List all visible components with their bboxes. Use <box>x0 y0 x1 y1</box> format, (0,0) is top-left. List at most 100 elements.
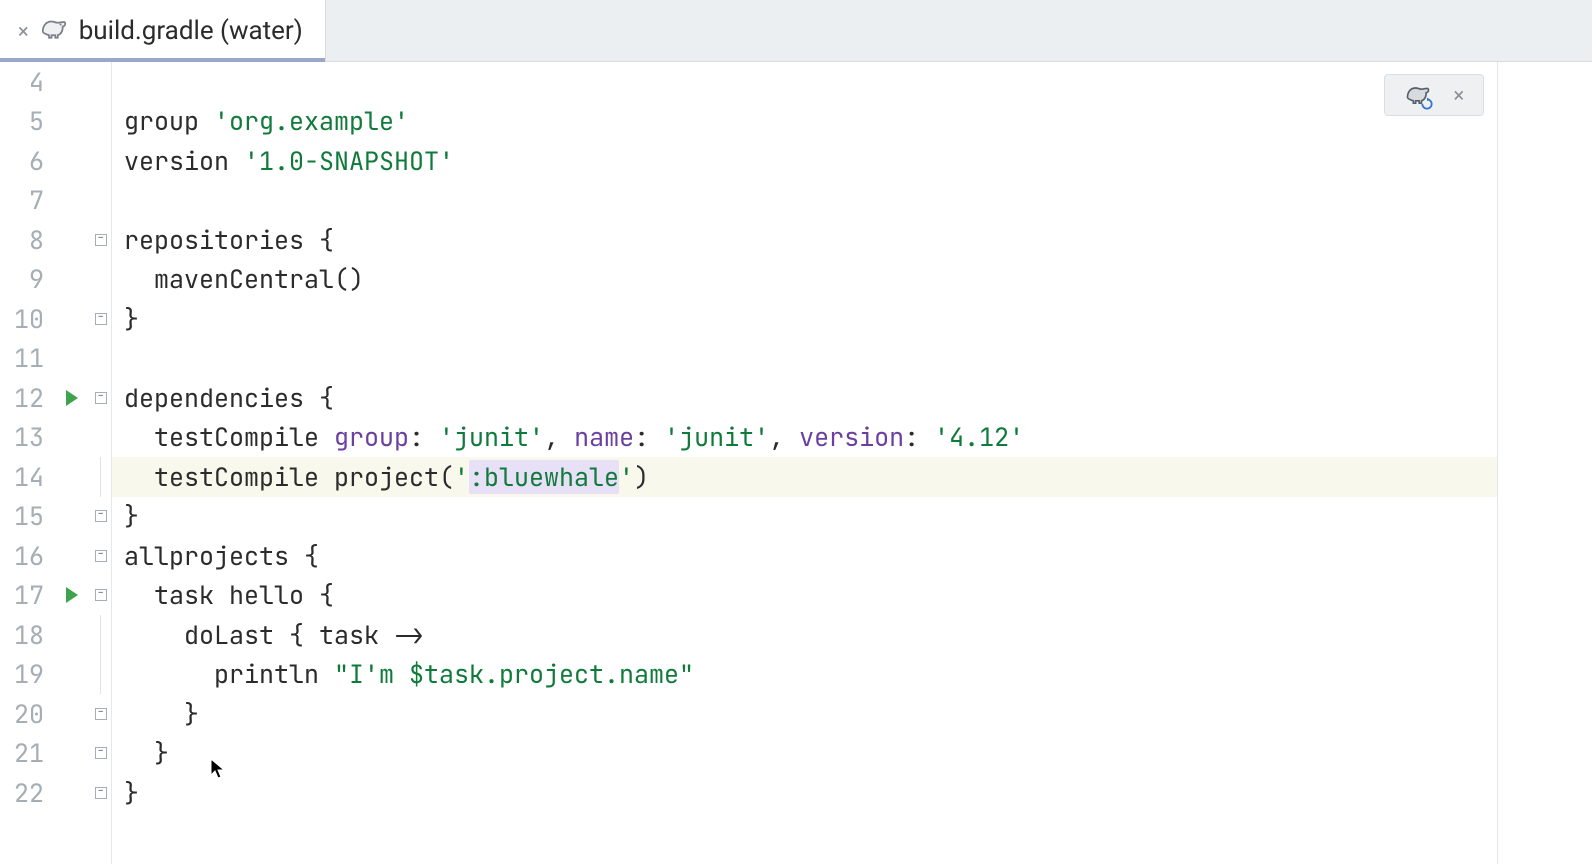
code-line[interactable]: group 'org.example' <box>112 102 1497 142</box>
run-gutter-cell[interactable] <box>54 102 90 142</box>
editor-tab[interactable]: × build.gradle (water) <box>0 0 326 61</box>
code-editor[interactable]: 45678910111213141516171819202122 group '… <box>0 62 1592 864</box>
line-number[interactable]: 20 <box>0 694 44 734</box>
line-number-gutter[interactable]: 45678910111213141516171819202122 <box>0 62 54 864</box>
fold-gutter-cell[interactable] <box>90 773 111 813</box>
run-gutter-cell[interactable] <box>54 260 90 300</box>
line-number[interactable]: 19 <box>0 655 44 695</box>
fold-gutter-cell[interactable] <box>90 615 111 655</box>
code-line[interactable]: repositories { <box>112 220 1497 260</box>
run-gutter-cell[interactable] <box>54 576 90 616</box>
run-gutter-cell[interactable] <box>54 181 90 221</box>
line-number[interactable]: 6 <box>0 141 44 181</box>
fold-close-icon[interactable] <box>95 313 107 325</box>
fold-close-icon[interactable] <box>95 510 107 522</box>
run-gutter-cell[interactable] <box>54 418 90 458</box>
run-gutter-cell[interactable] <box>54 536 90 576</box>
gradle-reload-widget[interactable]: × <box>1384 74 1484 116</box>
fold-open-icon[interactable] <box>95 589 107 601</box>
line-number[interactable]: 18 <box>0 615 44 655</box>
run-icon[interactable] <box>66 390 78 406</box>
fold-gutter-cell[interactable] <box>90 102 111 142</box>
fold-gutter-cell[interactable] <box>90 418 111 458</box>
line-number[interactable]: 15 <box>0 497 44 537</box>
run-gutter-cell[interactable] <box>54 339 90 379</box>
fold-open-icon[interactable] <box>95 392 107 404</box>
run-gutter[interactable] <box>54 62 90 864</box>
line-number[interactable]: 14 <box>0 457 44 497</box>
fold-gutter-cell[interactable] <box>90 62 111 102</box>
run-gutter-cell[interactable] <box>54 694 90 734</box>
run-gutter-cell[interactable] <box>54 615 90 655</box>
code-line[interactable]: println "I'm $task.project.name" <box>112 655 1497 695</box>
line-number[interactable]: 13 <box>0 418 44 458</box>
fold-gutter-cell[interactable] <box>90 220 111 260</box>
line-number[interactable]: 10 <box>0 299 44 339</box>
fold-gutter-cell[interactable] <box>90 181 111 221</box>
code-line[interactable]: } <box>112 497 1497 537</box>
run-gutter-cell[interactable] <box>54 497 90 537</box>
code-line[interactable] <box>112 181 1497 221</box>
fold-gutter-cell[interactable] <box>90 576 111 616</box>
line-number[interactable]: 4 <box>0 62 44 102</box>
fold-gutter-cell[interactable] <box>90 299 111 339</box>
fold-gutter-cell[interactable] <box>90 655 111 695</box>
line-number[interactable]: 12 <box>0 378 44 418</box>
run-gutter-cell[interactable] <box>54 734 90 774</box>
line-number[interactable]: 11 <box>0 339 44 379</box>
code-line[interactable]: } <box>112 773 1497 813</box>
gradle-reload-icon[interactable] <box>1404 81 1432 109</box>
fold-gutter-cell[interactable] <box>90 457 111 497</box>
line-number[interactable]: 5 <box>0 102 44 142</box>
fold-gutter-cell[interactable] <box>90 339 111 379</box>
line-number[interactable]: 22 <box>0 773 44 813</box>
code-line[interactable]: version '1.0-SNAPSHOT' <box>112 141 1497 181</box>
code-line[interactable] <box>112 339 1497 379</box>
code-line[interactable]: mavenCentral() <box>112 260 1497 300</box>
fold-open-icon[interactable] <box>95 550 107 562</box>
scrollbar-track[interactable] <box>1498 62 1592 864</box>
fold-gutter[interactable] <box>90 62 112 864</box>
line-number[interactable]: 16 <box>0 536 44 576</box>
code-line[interactable]: } <box>112 299 1497 339</box>
fold-gutter-cell[interactable] <box>90 536 111 576</box>
fold-gutter-cell[interactable] <box>90 260 111 300</box>
fold-gutter-cell[interactable] <box>90 497 111 537</box>
fold-gutter-cell[interactable] <box>90 378 111 418</box>
code-line[interactable]: } <box>112 734 1497 774</box>
fold-gutter-cell[interactable] <box>90 694 111 734</box>
code-line[interactable]: testCompile project(':bluewhale') <box>112 457 1497 497</box>
line-number[interactable]: 8 <box>0 220 44 260</box>
close-tab-icon[interactable]: × <box>18 21 29 41</box>
run-gutter-cell[interactable] <box>54 378 90 418</box>
fold-gutter-cell[interactable] <box>90 734 111 774</box>
line-number[interactable]: 9 <box>0 260 44 300</box>
code-token: doLast { <box>124 618 319 652</box>
fold-close-icon[interactable] <box>95 747 107 759</box>
code-line[interactable]: task hello { <box>112 576 1497 616</box>
code-area[interactable]: group 'org.example'version '1.0-SNAPSHOT… <box>112 62 1498 864</box>
run-gutter-cell[interactable] <box>54 220 90 260</box>
code-line[interactable]: } <box>112 694 1497 734</box>
code-line[interactable]: testCompile group: 'junit', name: 'junit… <box>112 418 1497 458</box>
fold-close-icon[interactable] <box>95 708 107 720</box>
run-gutter-cell[interactable] <box>54 655 90 695</box>
line-number[interactable]: 7 <box>0 181 44 221</box>
line-number[interactable]: 21 <box>0 734 44 774</box>
code-line[interactable]: dependencies { <box>112 378 1497 418</box>
fold-close-icon[interactable] <box>95 787 107 799</box>
code-line[interactable]: allprojects { <box>112 536 1497 576</box>
code-line[interactable] <box>112 62 1497 102</box>
run-gutter-cell[interactable] <box>54 457 90 497</box>
run-gutter-cell[interactable] <box>54 62 90 102</box>
fold-gutter-cell[interactable] <box>90 141 111 181</box>
fold-open-icon[interactable] <box>95 234 107 246</box>
code-line[interactable]: doLast { task -> <box>112 615 1497 655</box>
run-gutter-cell[interactable] <box>54 299 90 339</box>
code-token: task -> <box>319 618 424 652</box>
line-number[interactable]: 17 <box>0 576 44 616</box>
run-gutter-cell[interactable] <box>54 773 90 813</box>
gradle-reload-close-icon[interactable]: × <box>1453 83 1464 107</box>
run-gutter-cell[interactable] <box>54 141 90 181</box>
run-icon[interactable] <box>66 587 78 603</box>
